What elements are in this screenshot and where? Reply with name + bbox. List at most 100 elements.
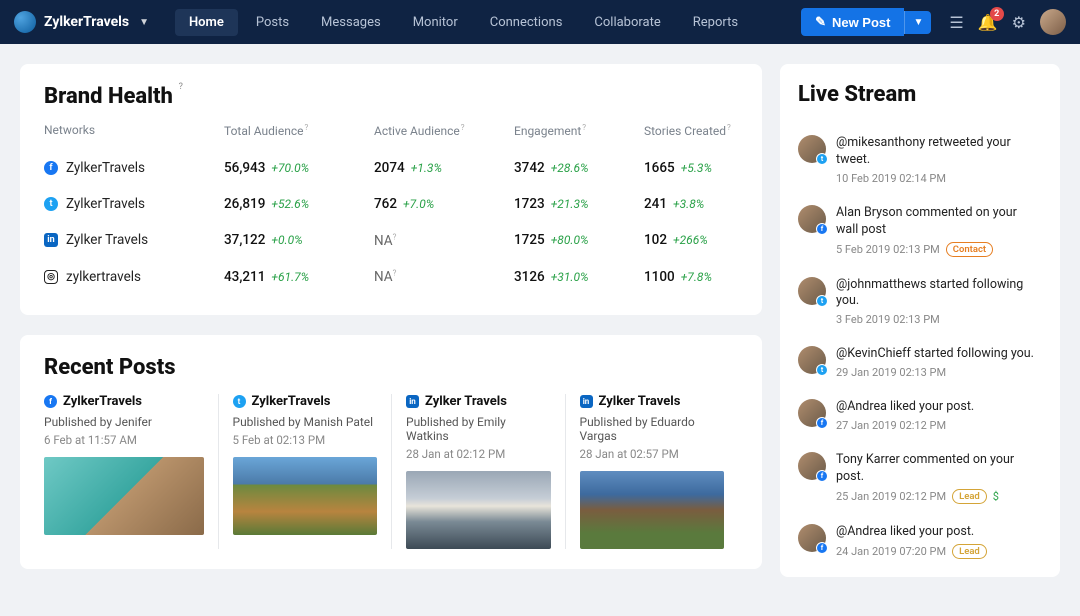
brand-health-title: Brand Health? xyxy=(44,84,173,109)
tw-icon: t xyxy=(816,364,828,376)
stream-text: @mikesanthony retweeted your tweet. xyxy=(836,135,1042,169)
stream-text: @KevinChieff started following you. xyxy=(836,346,1042,363)
brand-health-row[interactable]: fZylkerTravels56,943+70.0%2074+1.3%3742+… xyxy=(44,150,738,186)
total-delta: +61.7% xyxy=(271,270,309,284)
brand-switcher[interactable]: ZylkerTravels ▼ xyxy=(14,11,149,33)
brand-health-row[interactable]: tZylkerTravels26,819+52.6%762+7.0%1723+2… xyxy=(44,186,738,222)
brand-health-columns: NetworksTotal Audience?Active Audience?E… xyxy=(44,123,738,138)
post-thumbnail xyxy=(44,457,204,535)
active-delta: +1.3% xyxy=(411,161,442,175)
recent-post-item[interactable]: inZylker TravelsPublished by Eduardo Var… xyxy=(565,394,739,549)
li-icon: in xyxy=(44,233,58,247)
nav-item-connections[interactable]: Connections xyxy=(476,9,577,36)
post-date: 28 Jan at 02:57 PM xyxy=(580,447,725,461)
help-icon[interactable]: ? xyxy=(582,123,586,132)
stories-delta: +7.8% xyxy=(681,270,712,284)
post-source: ZylkerTravels xyxy=(63,394,142,409)
chevron-down-icon: ▼ xyxy=(139,17,149,28)
primary-nav: HomePostsMessagesMonitorConnectionsColla… xyxy=(175,9,752,36)
fb-icon: f xyxy=(44,395,57,408)
brand-health-card: Brand Health? NetworksTotal Audience?Act… xyxy=(20,64,762,315)
lead-tag: Lead xyxy=(952,489,987,504)
live-stream-item[interactable]: fTony Karrer commented on your post.25 J… xyxy=(798,442,1042,514)
help-icon[interactable]: ? xyxy=(461,123,465,132)
live-stream-item[interactable]: t@johnmatthews started following you.3 F… xyxy=(798,267,1042,337)
post-thumbnail xyxy=(233,457,378,535)
live-stream-title: Live Stream xyxy=(798,82,916,107)
gear-icon[interactable]: ⚙ xyxy=(1012,13,1026,32)
lead-tag: Lead xyxy=(952,544,987,559)
engagement-delta: +28.6% xyxy=(551,161,589,175)
nav-item-collaborate[interactable]: Collaborate xyxy=(580,9,674,36)
post-thumbnail xyxy=(406,471,551,549)
nav-item-home[interactable]: Home xyxy=(175,9,238,36)
live-stream-item[interactable]: t @KevinChieff started following you. 29 J… xyxy=(798,336,1042,389)
live-stream-item[interactable]: fAlan Bryson commented on your wall post… xyxy=(798,195,1042,267)
new-post-dropdown[interactable]: ▼ xyxy=(904,11,931,34)
brand-health-row[interactable]: ◎zylkertravels43,211+61.7%NA?3126+31.0%1… xyxy=(44,259,738,296)
fb-icon: f xyxy=(816,470,828,482)
post-publisher: Published by Jenifer xyxy=(44,415,204,429)
top-navigation-bar: ZylkerTravels ▼ HomePostsMessagesMonitor… xyxy=(0,0,1080,44)
nav-item-reports[interactable]: Reports xyxy=(679,9,752,36)
help-icon[interactable]: ? xyxy=(727,123,731,132)
live-stream-item[interactable]: f@Andrea liked your post.24 Jan 2019 07:… xyxy=(798,514,1042,569)
column-header: Stories Created? xyxy=(644,123,738,138)
total-delta: +52.6% xyxy=(271,197,309,211)
recent-post-item[interactable]: inZylker TravelsPublished by Emily Watki… xyxy=(391,394,565,549)
stream-date: 29 Jan 2019 02:13 PM xyxy=(836,366,946,379)
notification-badge: 2 xyxy=(990,7,1004,21)
stream-date: 5 Feb 2019 02:13 PM xyxy=(836,243,940,256)
recent-post-item[interactable]: tZylkerTravelsPublished by Manish Patel5… xyxy=(218,394,392,549)
stories-delta: +3.8% xyxy=(673,197,704,211)
engagement: 3126 xyxy=(514,269,545,285)
post-date: 5 Feb at 02:13 PM xyxy=(233,433,378,447)
stories-created: 1665 xyxy=(644,160,675,176)
stream-avatar: f xyxy=(798,452,826,480)
fb-icon: f xyxy=(816,542,828,554)
stream-text: @Andrea liked your post. xyxy=(836,524,1042,541)
active-delta: +7.0% xyxy=(403,197,434,211)
nav-item-posts[interactable]: Posts xyxy=(242,9,303,36)
post-date: 28 Jan at 02:12 PM xyxy=(406,447,551,461)
total-delta: +0.0% xyxy=(271,233,302,247)
column-header: Active Audience? xyxy=(374,123,514,138)
nav-item-monitor[interactable]: Monitor xyxy=(399,9,472,36)
total-audience: 26,819 xyxy=(224,196,265,212)
post-source: Zylker Travels xyxy=(599,394,681,409)
fb-icon: f xyxy=(816,417,828,429)
tw-icon: t xyxy=(233,395,246,408)
notifications-icon[interactable]: 🔔 2 xyxy=(978,13,998,32)
stream-avatar: f xyxy=(798,399,826,427)
network-name: ZylkerTravels xyxy=(66,160,145,176)
network-name: ZylkerTravels xyxy=(66,196,145,212)
tw-icon: t xyxy=(816,295,828,307)
top-utility-icons: ☰ 🔔 2 ⚙ xyxy=(949,9,1066,35)
tw-icon: t xyxy=(816,153,828,165)
total-audience: 43,211 xyxy=(224,269,265,285)
network-name: Zylker Travels xyxy=(66,232,148,248)
post-source: Zylker Travels xyxy=(425,394,507,409)
recent-post-item[interactable]: fZylkerTravelsPublished by Jenifer6 Feb … xyxy=(44,394,218,549)
help-icon[interactable]: ? xyxy=(179,82,183,92)
live-stream-item[interactable]: f@Andrea liked your post.27 Jan 2019 02:… xyxy=(798,389,1042,442)
nav-item-messages[interactable]: Messages xyxy=(307,9,395,36)
stream-avatar: t xyxy=(798,277,826,305)
stream-date: 27 Jan 2019 02:12 PM xyxy=(836,419,946,432)
live-stream-item[interactable]: t@mikesanthony retweeted your tweet.10 F… xyxy=(798,125,1042,195)
new-post-button[interactable]: ✎ New Post xyxy=(801,8,904,36)
column-header: Engagement? xyxy=(514,123,644,138)
total-delta: +70.0% xyxy=(271,161,309,175)
brand-health-row[interactable]: inZylker Travels37,122+0.0%NA?1725+80.0%… xyxy=(44,222,738,259)
li-icon: in xyxy=(580,395,593,408)
post-source: ZylkerTravels xyxy=(252,394,331,409)
stories-delta: +266% xyxy=(673,233,708,247)
user-avatar[interactable] xyxy=(1040,9,1066,35)
stream-text: @johnmatthews started following you. xyxy=(836,277,1042,311)
help-icon[interactable]: ? xyxy=(304,123,308,132)
total-audience: 37,122 xyxy=(224,232,265,248)
list-icon[interactable]: ☰ xyxy=(949,13,963,32)
active-audience: NA? xyxy=(374,233,396,249)
active-audience: 762 xyxy=(374,196,397,212)
stream-avatar: t xyxy=(798,135,826,163)
